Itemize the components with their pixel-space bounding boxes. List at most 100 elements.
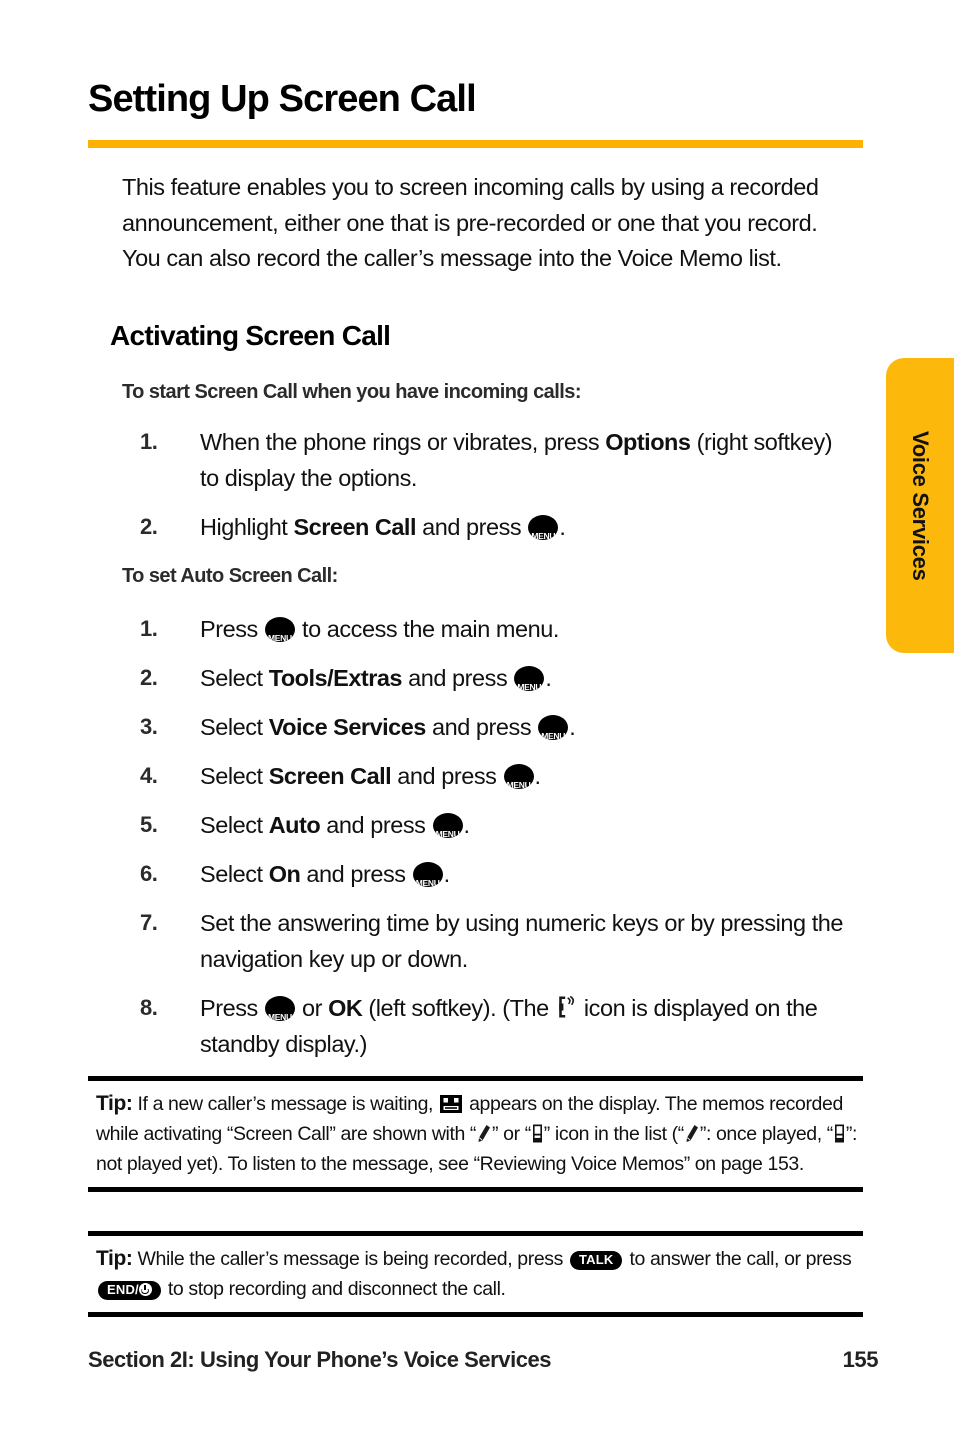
list-item: 1. When the phone rings or vibrates, pre… xyxy=(140,424,855,496)
list-item-text-pre: Press xyxy=(200,616,264,642)
list-item-emphasis: On xyxy=(268,861,301,887)
menu-ok-key-line2: OK xyxy=(265,629,295,642)
tip-block-call-keys: Tip: While the caller’s message is being… xyxy=(88,1231,863,1317)
list-item-text-tail: . xyxy=(545,665,552,691)
list-item-emphasis: OK xyxy=(328,995,363,1021)
intro-paragraph: This feature enables you to screen incom… xyxy=(122,174,819,271)
menu-ok-key-icon: MENUOK xyxy=(528,515,559,540)
menu-ok-key-line2: OK xyxy=(528,527,558,540)
list-item-number: 7. xyxy=(140,910,158,935)
list-item-text-tail: . xyxy=(534,763,542,789)
list-item: 3. Select Voice Services and press MENUO… xyxy=(140,709,855,745)
list-item-text-tail: . xyxy=(569,714,576,740)
tip-text-3: ” or “ xyxy=(492,1123,531,1145)
subheading-start-screen-call: To start Screen Call when you have incom… xyxy=(122,381,581,403)
tip-label: Tip: xyxy=(96,1092,133,1115)
tip-text-2: to answer the call, or press xyxy=(624,1248,852,1270)
tip-text-1: While the caller’s message is being reco… xyxy=(132,1248,568,1270)
list-item-text-tail: . xyxy=(463,812,471,838)
list-item: 5. Select Auto and press MENUOK. xyxy=(140,807,855,843)
list-item-number: 5. xyxy=(140,812,158,837)
list-item-text-pre: Highlight xyxy=(200,514,294,540)
list-item: 6. Select On and press MENUOK. xyxy=(140,856,855,892)
screen-call-standby-icon xyxy=(557,994,576,1019)
title-accent-rule xyxy=(88,140,863,148)
list-item-number: 6. xyxy=(140,861,158,886)
list-item-text-mid: and press xyxy=(300,861,412,887)
menu-ok-key-line2: OK xyxy=(413,874,443,887)
list-item-number: 2. xyxy=(140,514,158,539)
footer-section-label: Section 2I: Using Your Phone’s Voice Ser… xyxy=(88,1347,552,1372)
talk-key-icon: TALK xyxy=(569,1251,623,1270)
procedure-list-start: 1. When the phone rings or vibrates, pre… xyxy=(140,424,855,558)
list-item-number: 2. xyxy=(140,665,158,690)
menu-ok-key-line2: OK xyxy=(265,1008,295,1021)
list-item: 2. Select Tools/Extras and press MENUOK. xyxy=(140,660,855,696)
list-item-text-pre: Select xyxy=(200,812,269,838)
list-item-emphasis: Tools/Extras xyxy=(268,665,403,691)
tip-body: Tip: If a new caller’s message is waitin… xyxy=(88,1081,863,1187)
list-item-number: 3. xyxy=(140,714,158,739)
list-item-number: 8. xyxy=(140,995,158,1020)
tip-rule-bottom xyxy=(88,1312,863,1317)
menu-ok-key-line2: OK xyxy=(504,776,534,789)
page-footer: Section 2I: Using Your Phone’s Voice Ser… xyxy=(88,1347,878,1373)
list-item: 4. Select Screen Call and press MENUOK. xyxy=(140,758,855,794)
list-item-number: 1. xyxy=(140,429,158,454)
list-item-text-tail: . xyxy=(443,861,451,887)
menu-ok-key-icon: MENUOK xyxy=(432,813,463,838)
side-thumb-tab-voice-services: Voice Services xyxy=(886,358,954,653)
tip-label: Tip: xyxy=(96,1247,133,1270)
list-item-emphasis: Screen Call xyxy=(268,763,392,789)
tip-text-1: If a new caller’s message is waiting, xyxy=(132,1093,439,1115)
list-item-text-mid: and press xyxy=(402,665,514,691)
menu-ok-key-line2: OK xyxy=(538,727,568,740)
list-item-emphasis: Voice Services xyxy=(268,714,427,740)
tip-text-3: to stop recording and disconnect the cal… xyxy=(162,1278,506,1300)
procedure-list-auto: 1. Press MENUOK to access the main menu.… xyxy=(140,611,855,1075)
tip-body: Tip: While the caller’s message is being… xyxy=(88,1236,863,1312)
menu-ok-key-line2: OK xyxy=(514,678,544,691)
list-item-text-pre: Press xyxy=(200,995,264,1021)
menu-ok-key-line2: OK xyxy=(433,825,463,838)
list-item-text-tail: . xyxy=(559,514,566,540)
list-item-text-pre: Set the answering time by using numeric … xyxy=(200,910,844,972)
new-message-icon xyxy=(440,1092,463,1113)
list-item-number: 1. xyxy=(140,616,158,641)
list-item-text-pre: Select xyxy=(200,861,269,887)
list-item-text-pre: Select xyxy=(200,763,269,789)
footer-page-number: 155 xyxy=(842,1347,879,1372)
list-item: 8. Press MENUOK or OK (left softkey). (T… xyxy=(140,990,855,1062)
subheading-auto-screen-call: To set Auto Screen Call: xyxy=(122,565,338,587)
menu-ok-key-icon: MENUOK xyxy=(503,764,534,789)
list-item-text-pre: When the phone rings or vibrates, press xyxy=(200,429,606,455)
list-item-emphasis: Auto xyxy=(268,812,321,838)
menu-ok-key-icon: MENUOK xyxy=(538,715,569,740)
list-item-text-pre: Select xyxy=(200,665,269,691)
menu-ok-key-icon: MENUOK xyxy=(264,996,295,1021)
section-heading: Activating Screen Call xyxy=(110,320,391,351)
page-title: Setting Up Screen Call xyxy=(88,78,477,120)
list-item-text-post: to access the main menu. xyxy=(295,616,559,642)
tip-rule-bottom xyxy=(88,1187,863,1192)
tip-block-voice-memo-icons: Tip: If a new caller’s message is waitin… xyxy=(88,1076,863,1192)
tip-text-5: ”: once played, “ xyxy=(699,1123,833,1145)
list-item-text-mid: or xyxy=(295,995,329,1021)
memo-played-icon xyxy=(685,1122,699,1142)
power-symbol-icon xyxy=(138,1283,152,1296)
list-item-emphasis: Options xyxy=(605,429,691,455)
list-item-text-mid: and press xyxy=(425,714,538,740)
list-item-emphasis: Screen Call xyxy=(293,514,416,540)
list-item: 2. Highlight Screen Call and press MENUO… xyxy=(140,509,855,545)
document-page: Setting Up Screen Call This feature enab… xyxy=(0,0,954,1431)
list-item-text-mid: and press xyxy=(391,763,503,789)
tip-text-4: ” icon in the list (“ xyxy=(543,1123,684,1145)
memo-not-played-icon xyxy=(834,1122,845,1143)
menu-ok-key-icon: MENUOK xyxy=(412,862,443,887)
menu-ok-key-icon: MENUOK xyxy=(514,666,545,691)
menu-ok-key-icon: MENUOK xyxy=(264,617,295,642)
end-power-key-icon: END/ xyxy=(98,1281,161,1300)
list-item-text-pre: Select xyxy=(200,714,269,740)
talk-key-label: TALK xyxy=(578,1252,614,1267)
list-item-text-post: and press xyxy=(416,514,528,540)
